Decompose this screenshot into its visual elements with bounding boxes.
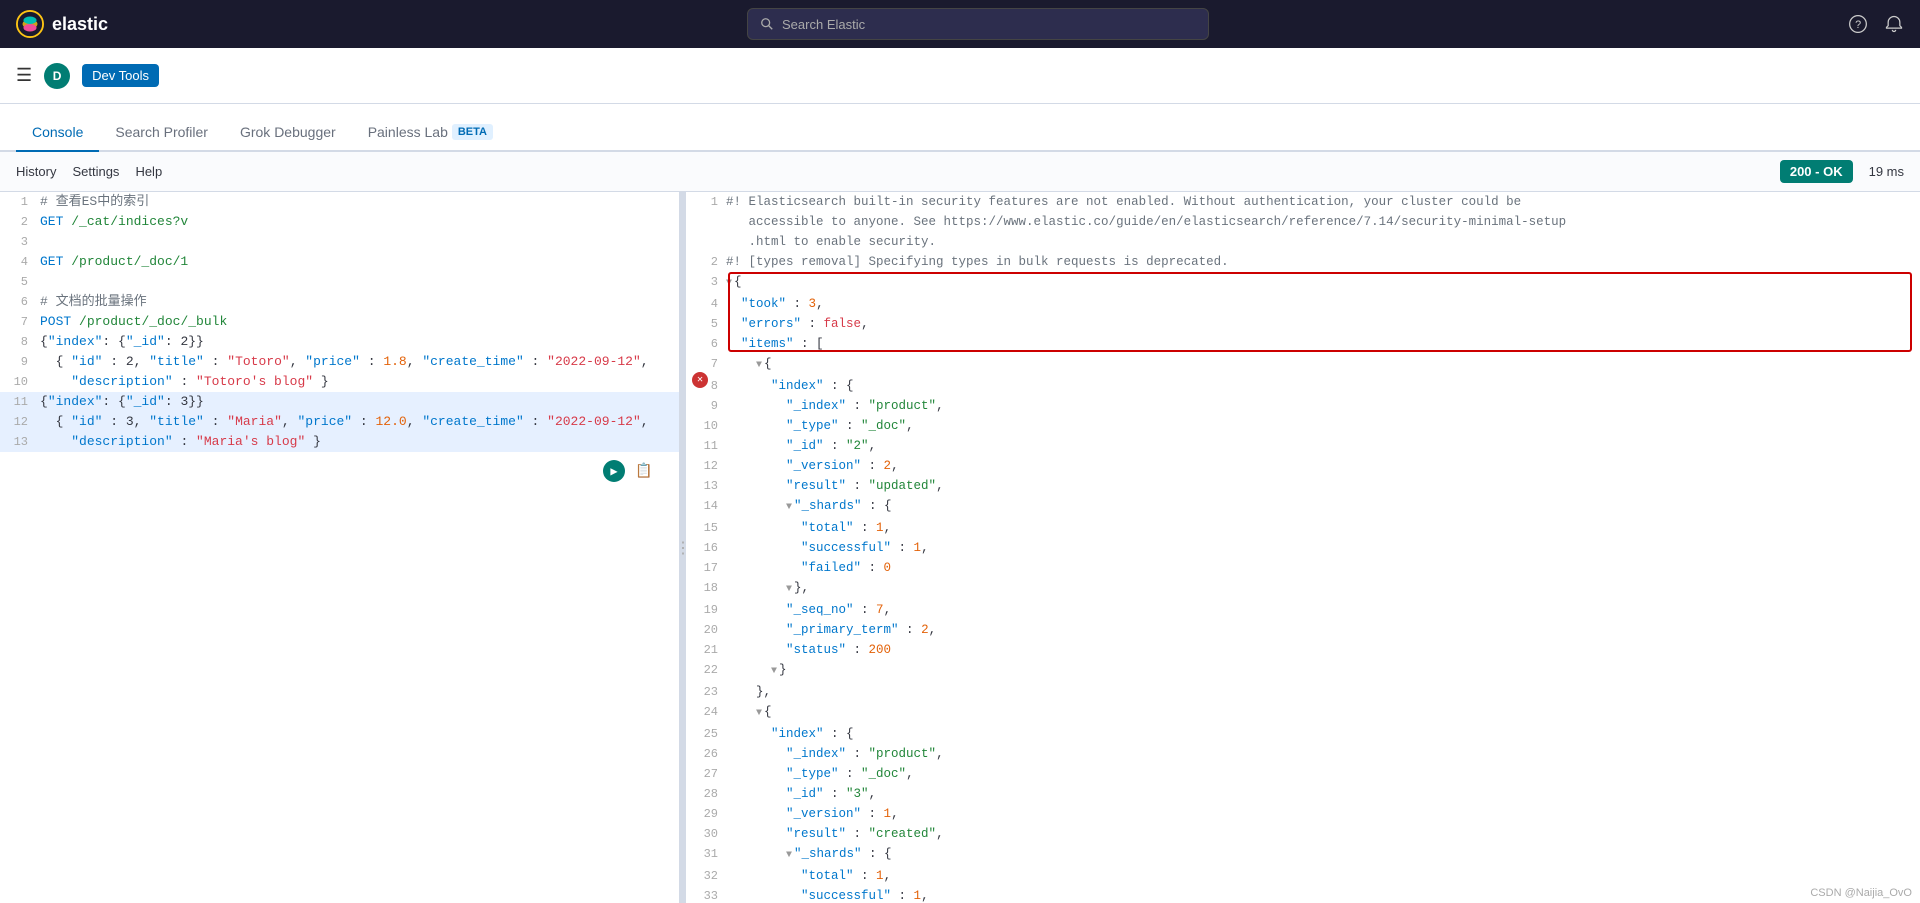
resp-line-1: 1 #! Elasticsearch built-in security fea… <box>686 192 1920 212</box>
resp-line-30: 30 "result" : "created", <box>686 824 1920 844</box>
resp-line-25: 25 "index" : { <box>686 724 1920 744</box>
tab-console[interactable]: Console <box>16 114 99 152</box>
timing-display: 19 ms <box>1869 164 1904 179</box>
run-button[interactable]: ▶ <box>603 460 625 482</box>
resp-line-1b: accessible to anyone. See https://www.el… <box>686 212 1920 232</box>
resp-line-32: 32 "total" : 1, <box>686 866 1920 886</box>
tab-bar: Console Search Profiler Grok Debugger Pa… <box>0 104 1920 152</box>
resp-line-6: 6 "items" : [ <box>686 334 1920 354</box>
toolbar: History Settings Help 200 - OK 19 ms <box>0 152 1920 192</box>
search-placeholder: Search Elastic <box>782 17 865 32</box>
help-icon[interactable]: ? <box>1848 14 1868 34</box>
resp-line-7: 7 ▼{ <box>686 354 1920 376</box>
editor-line-9: 9 { "id" : 2, "title" : "Totoro", "price… <box>0 352 679 372</box>
resp-line-24: 24 ▼{ <box>686 702 1920 724</box>
dev-tools-badge[interactable]: Dev Tools <box>82 64 159 87</box>
resp-line-19: 19 "_seq_no" : 7, <box>686 600 1920 620</box>
hamburger-menu[interactable]: ☰ <box>16 65 32 86</box>
history-button[interactable]: History <box>16 164 56 179</box>
tab-grok-debugger[interactable]: Grok Debugger <box>224 114 352 152</box>
resp-line-29: 29 "_version" : 1, <box>686 804 1920 824</box>
resp-line-12: 12 "_version" : 2, <box>686 456 1920 476</box>
resp-line-2: 2 #! [types removal] Specifying types in… <box>686 252 1920 272</box>
nav-icons: ? <box>1848 14 1904 34</box>
editor-line-5: 5 <box>0 272 679 292</box>
resp-line-21: 21 "status" : 200 <box>686 640 1920 660</box>
resp-line-9: 9 "_index" : "product", <box>686 396 1920 416</box>
resp-line-5: 5 "errors" : false, <box>686 314 1920 334</box>
elastic-logo-icon <box>16 10 44 38</box>
resp-line-28: 28 "_id" : "3", <box>686 784 1920 804</box>
resp-line-14: 14 ▼"_shards" : { <box>686 496 1920 518</box>
tab-painless-lab[interactable]: Painless Lab BETA <box>352 114 509 152</box>
help-button[interactable]: Help <box>135 164 162 179</box>
second-bar: ☰ D Dev Tools <box>0 48 1920 104</box>
top-navigation: elastic Search Elastic ? <box>0 0 1920 48</box>
resp-line-33: 33 "successful" : 1, <box>686 886 1920 903</box>
editor-panel[interactable]: 1 # 查看ES中的索引 2 GET /_cat/indices?v 3 4 G… <box>0 192 680 903</box>
editor-line-8: 8 {"index": {"_id": 2}} <box>0 332 679 352</box>
resp-line-23: 23 }, <box>686 682 1920 702</box>
resp-line-13: 13 "result" : "updated", <box>686 476 1920 496</box>
logo-text: elastic <box>52 14 108 35</box>
editor-line-2: 2 GET /_cat/indices?v <box>0 212 679 232</box>
resp-line-10: 10 "_type" : "_doc", <box>686 416 1920 436</box>
resp-line-1c: .html to enable security. <box>686 232 1920 252</box>
search-bar-container: Search Elastic <box>120 8 1836 40</box>
resp-line-20: 20 "_primary_term" : 2, <box>686 620 1920 640</box>
resp-line-16: 16 "successful" : 1, <box>686 538 1920 558</box>
editor-line-12: 12 { "id" : 3, "title" : "Maria", "price… <box>0 412 679 432</box>
notifications-icon[interactable] <box>1884 14 1904 34</box>
resp-line-4: 4 "took" : 3, <box>686 294 1920 314</box>
editor-line-13: 13 "description" : "Maria's blog" } <box>0 432 679 452</box>
user-avatar[interactable]: D <box>44 63 70 89</box>
copy-button[interactable]: 📋 <box>633 460 655 482</box>
resp-line-22: 22 ▼} <box>686 660 1920 682</box>
search-icon <box>760 17 774 31</box>
resp-line-11: 11 "_id" : "2", <box>686 436 1920 456</box>
resp-highlighted-block: 3 ▼{ 4 "took" : 3, 5 "errors" : false, 6… <box>686 272 1920 354</box>
watermark: CSDN @Naijia_OvO <box>1810 887 1912 899</box>
resp-line-27: 27 "_type" : "_doc", <box>686 764 1920 784</box>
resp-line-15: 15 "total" : 1, <box>686 518 1920 538</box>
editor-line-6: 6 # 文档的批量操作 <box>0 292 679 312</box>
editor-line-10: 10 "description" : "Totoro's blog" } <box>0 372 679 392</box>
editor-line-7: 7 POST /product/_doc/_bulk <box>0 312 679 332</box>
svg-text:?: ? <box>1855 19 1861 31</box>
tab-search-profiler[interactable]: Search Profiler <box>99 114 224 152</box>
status-badge: 200 - OK <box>1780 160 1853 183</box>
elastic-logo[interactable]: elastic <box>16 10 108 38</box>
response-panel[interactable]: ✕ 1 #! Elasticsearch built-in security f… <box>686 192 1920 903</box>
search-bar[interactable]: Search Elastic <box>747 8 1209 40</box>
resp-line-26: 26 "_index" : "product", <box>686 744 1920 764</box>
resp-line-18: 18 ▼}, <box>686 578 1920 600</box>
resp-line-8: 8 "index" : { <box>686 376 1920 396</box>
beta-badge: BETA <box>452 124 493 140</box>
settings-button[interactable]: Settings <box>72 164 119 179</box>
main-area: 1 # 查看ES中的索引 2 GET /_cat/indices?v 3 4 G… <box>0 192 1920 903</box>
resp-line-17: 17 "failed" : 0 <box>686 558 1920 578</box>
close-response-button[interactable]: ✕ <box>692 372 708 388</box>
editor-line-11: 11 {"index": {"_id": 3}} <box>0 392 679 412</box>
resp-line-31: 31 ▼"_shards" : { <box>686 844 1920 866</box>
dev-tools-label: Dev Tools <box>92 68 149 83</box>
editor-line-3: 3 <box>0 232 679 252</box>
resp-line-3: 3 ▼{ <box>686 272 1920 294</box>
editor-line-1: 1 # 查看ES中的索引 <box>0 192 679 212</box>
run-buttons: ▶ 📋 <box>603 460 655 482</box>
editor-line-4: 4 GET /product/_doc/1 <box>0 252 679 272</box>
